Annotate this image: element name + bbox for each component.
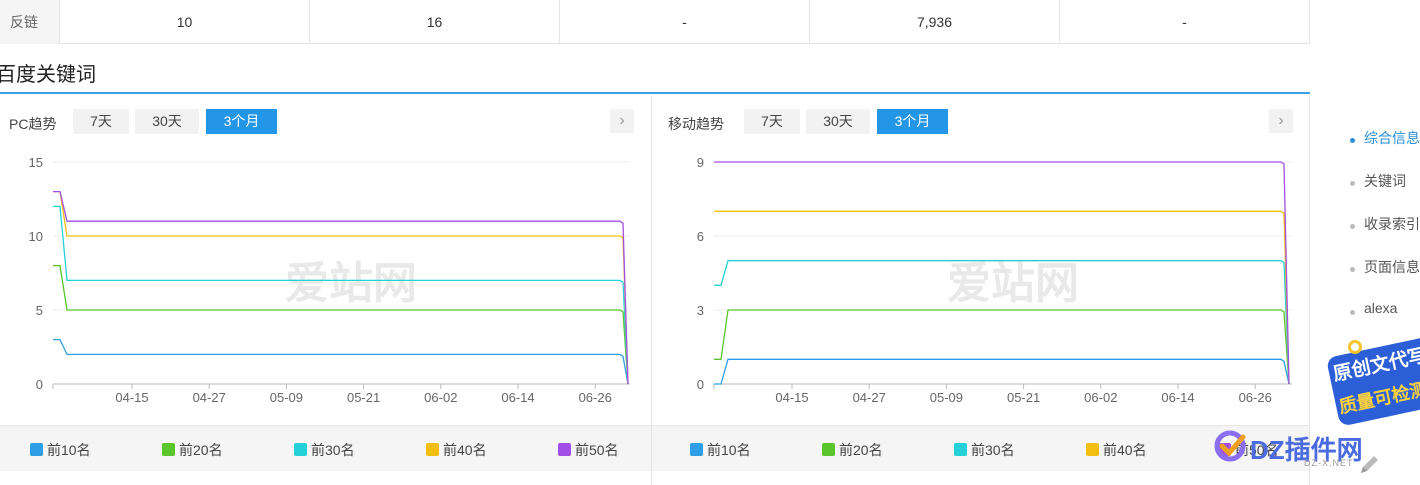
y-tick-label: 9 xyxy=(697,155,704,170)
legend-swatch xyxy=(558,443,571,456)
legend-swatch xyxy=(294,443,307,456)
y-tick-label: 3 xyxy=(697,303,704,318)
series-line[interactable] xyxy=(714,358,1290,385)
side-nav-item-keywords[interactable]: 关键词 xyxy=(1340,171,1420,214)
legend-item[interactable]: 前40名 xyxy=(426,440,487,460)
legend-swatch xyxy=(954,443,967,456)
page-root: 反链 10 16 - 7,936 - 百度关键词 PC趋势 7天 30天 3个月… xyxy=(0,0,1420,485)
legend-swatch xyxy=(690,443,703,456)
bullet-dot-icon xyxy=(1350,267,1355,272)
legend-item[interactable]: 前20名 xyxy=(162,440,223,460)
pc-trend-chart: 爱站网 0 5 10 15 04-15 04-27 05-09 05-21 06-02 06-14 0… xyxy=(29,155,630,405)
mobile-trend-panel: 移动趋势 7天 30天 3个月 › 爱站网 0 3 6 9 04-15 04-27 05-09… xyxy=(652,95,1310,485)
backlink-row: 反链 10 16 - 7,936 - xyxy=(0,0,1310,44)
side-nav-item-alexa[interactable]: alexa xyxy=(1340,300,1420,343)
section-title: 百度关键词 xyxy=(0,64,96,86)
row-value: 7,936 xyxy=(810,0,1060,44)
x-tick-label: 06-14 xyxy=(1161,390,1194,405)
legend-item[interactable]: 前50名 xyxy=(558,440,619,460)
x-tick-label: 06-14 xyxy=(501,390,534,405)
side-nav-label: 收录索引 xyxy=(1364,216,1420,232)
legend-label: 前30名 xyxy=(311,442,355,458)
legend-swatch xyxy=(162,443,175,456)
legend-swatch xyxy=(30,443,43,456)
side-nav-label: alexa xyxy=(1364,300,1398,316)
x-tick-label: 05-09 xyxy=(270,390,303,405)
legend-swatch xyxy=(1086,443,1099,456)
section-divider xyxy=(0,92,1310,94)
x-tick-label: 06-26 xyxy=(1239,390,1272,405)
legend-label: 前10名 xyxy=(707,442,751,458)
legend-label: 前20名 xyxy=(839,442,883,458)
bullet-dot-icon xyxy=(1350,310,1355,315)
x-tick-label: 04-15 xyxy=(115,390,148,405)
legend-label: 前20名 xyxy=(179,442,223,458)
row-value: - xyxy=(1060,0,1310,44)
pc-legend: 前10名 前20名 前30名 前40名 前50名 xyxy=(0,425,651,471)
bullet-dot-icon xyxy=(1350,138,1355,143)
legend-label: 前40名 xyxy=(1103,442,1147,458)
row-value: 16 xyxy=(310,0,560,44)
legend-item[interactable]: 前20名 xyxy=(822,440,883,460)
row-value: 10 xyxy=(60,0,310,44)
x-tick-label: 04-27 xyxy=(193,390,226,405)
side-nav-label: 综合信息 xyxy=(1364,130,1420,146)
legend-swatch xyxy=(822,443,835,456)
site-watermark-logo: DZ插件网 DZ-X.NET xyxy=(1212,428,1420,485)
x-tick-label: 06-02 xyxy=(1084,390,1117,405)
pc-trend-panel: PC趋势 7天 30天 3个月 › 爱站网 0 5 10 15 04-15 04-27 05-… xyxy=(0,95,652,485)
side-nav-label: 关键词 xyxy=(1364,173,1406,189)
side-nav-item-page-info[interactable]: 页面信息 xyxy=(1340,257,1420,300)
watermark-url: DZ-X.NET xyxy=(1304,458,1354,468)
x-tick-label: 04-27 xyxy=(853,390,886,405)
side-nav-label: 页面信息 xyxy=(1364,259,1420,275)
row-label: 反链 xyxy=(0,0,60,44)
x-tick-label: 06-26 xyxy=(579,390,612,405)
y-tick-label: 5 xyxy=(36,303,43,318)
y-tick-label: 0 xyxy=(36,377,43,392)
legend-swatch xyxy=(426,443,439,456)
legend-label: 前30名 xyxy=(971,442,1015,458)
series-line[interactable] xyxy=(53,338,629,385)
legend-item[interactable]: 前10名 xyxy=(30,440,91,460)
chart-watermark: 爱站网 xyxy=(947,258,1079,309)
bullet-dot-icon xyxy=(1350,224,1355,229)
series-line[interactable] xyxy=(714,309,1290,385)
mobile-trend-chart: 爱站网 0 3 6 9 04-15 04-27 05-09 05-21 06-02 06-14 06-… xyxy=(697,155,1292,405)
y-tick-label: 0 xyxy=(697,377,704,392)
checkmark-logo-icon xyxy=(1214,430,1246,462)
x-tick-label: 05-21 xyxy=(1007,390,1040,405)
legend-item[interactable]: 前30名 xyxy=(294,440,355,460)
side-nav-item-index[interactable]: 收录索引 xyxy=(1340,214,1420,257)
y-tick-label: 6 xyxy=(697,229,704,244)
side-nav: 综合信息 关键词 收录索引 页面信息 alexa xyxy=(1340,128,1420,343)
legend-label: 前40名 xyxy=(443,442,487,458)
y-tick-label: 10 xyxy=(29,229,43,244)
x-tick-label: 05-09 xyxy=(930,390,963,405)
chart-watermark: 爱站网 xyxy=(285,258,417,309)
bullet-dot-icon xyxy=(1350,181,1355,186)
legend-item[interactable]: 前30名 xyxy=(954,440,1015,460)
x-tick-label: 04-15 xyxy=(775,390,808,405)
legend-item[interactable]: 前40名 xyxy=(1086,440,1147,460)
edit-pencil-icon[interactable] xyxy=(1356,452,1382,478)
y-tick-label: 15 xyxy=(29,155,43,170)
legend-item[interactable]: 前10名 xyxy=(690,440,751,460)
mobile-legend: 前10名 前20名 前30名 前40名 前50名 xyxy=(652,425,1309,471)
side-nav-item-overview[interactable]: 综合信息 xyxy=(1340,128,1420,171)
legend-label: 前50名 xyxy=(575,442,619,458)
legend-label: 前10名 xyxy=(47,442,91,458)
x-tick-label: 05-21 xyxy=(347,390,380,405)
ring-icon xyxy=(1348,340,1362,354)
x-tick-label: 06-02 xyxy=(424,390,457,405)
row-value: - xyxy=(560,0,810,44)
promo-badge[interactable]: 原创文代写 质量可检测 xyxy=(1320,335,1420,427)
